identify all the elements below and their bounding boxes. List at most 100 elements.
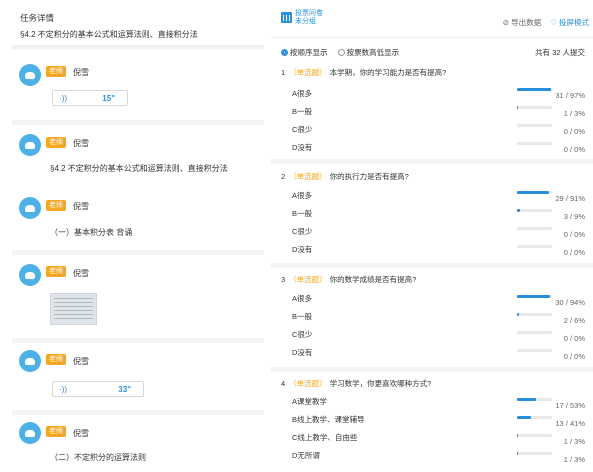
task-subtitle: §4.2 不定积分的基本公式和运算法则、直接积分法 <box>20 30 198 39</box>
option-label: A很多 <box>292 191 313 200</box>
voice-duration: 33" <box>118 385 131 394</box>
message-text: §4.2 不定积分的基本公式和运算法则、直接积分法 <box>50 164 228 173</box>
teacher-avatar[interactable] <box>19 134 41 156</box>
question-title: 4 （单选题） 学习数学，你更喜欢哪种方式? <box>281 378 431 389</box>
question-title: 3 （单选题） 你的数学成绩是否有提高? <box>281 274 416 285</box>
teacher-name: 倪雪 <box>73 139 89 148</box>
result-value: 17 / 53% <box>555 401 585 410</box>
result-value: 3 / 9% <box>563 212 585 221</box>
result-bar <box>517 245 552 248</box>
option-label: C很少 <box>292 227 313 236</box>
teacher-badge: 老师 <box>46 354 66 365</box>
survey-results-panel: 投票问卷 未分组 ⊘ 导出数据 ♡ 投屏模式 按顺序显示 按票数高低显示 共有 … <box>271 0 593 472</box>
teacher-badge: 老师 <box>46 66 66 77</box>
result-value: 30 / 94% <box>555 298 585 307</box>
question-type: （单选题） <box>289 172 327 181</box>
question-type: （单选题） <box>289 379 327 388</box>
result-bar-fill <box>517 88 551 91</box>
image-thumbnail[interactable] <box>50 293 97 325</box>
question-number: 4 <box>281 379 286 388</box>
result-bar <box>517 88 552 91</box>
option-label: B线上教学、课堂辅导 <box>292 415 365 424</box>
result-bar <box>517 209 552 212</box>
task-detail-panel: 任务详情 §4.2 不定积分的基本公式和运算法则、直接积分法 老师 倪雪 ·))… <box>0 0 268 472</box>
option-label: D没有 <box>292 348 313 357</box>
panel-title: 任务详情 <box>20 13 55 23</box>
voice-duration: 15" <box>102 94 115 103</box>
voice-message[interactable]: ·)) 33" <box>52 381 144 397</box>
question-number: 2 <box>281 172 286 181</box>
question-text: 学习数学，你更喜欢哪种方式? <box>329 379 432 388</box>
result-bar <box>517 191 552 194</box>
chart-logo-icon <box>281 12 292 23</box>
question-separator <box>271 367 593 372</box>
question-title: 2 （单选题） 你的执行力是否有提高? <box>281 171 409 182</box>
message-separator <box>12 250 264 255</box>
option-label: A很多 <box>292 89 313 98</box>
result-value: 2 / 6% <box>563 316 585 325</box>
result-value: 13 / 41% <box>555 419 585 428</box>
result-bar <box>517 295 552 298</box>
result-bar-fill <box>517 191 549 194</box>
option-label: D无所谓 <box>292 451 320 460</box>
result-value: 0 / 0% <box>563 230 585 239</box>
cloud-icon <box>25 430 35 437</box>
chat-message: 老师 倪雪 ·)) 33" <box>0 346 268 408</box>
teacher-avatar[interactable] <box>19 350 41 372</box>
submission-count: 共有 32 人提交 <box>534 48 585 57</box>
result-value: 0 / 0% <box>563 127 585 136</box>
result-value: 0 / 0% <box>563 145 585 154</box>
radio-icon <box>337 49 345 56</box>
result-bar <box>517 349 552 352</box>
cloud-icon <box>25 205 35 212</box>
voice-wave-icon: ·)) <box>59 94 67 103</box>
teacher-avatar[interactable] <box>19 197 41 219</box>
result-bar <box>517 124 552 127</box>
teacher-badge: 老师 <box>46 200 66 211</box>
result-bar <box>517 227 552 230</box>
teacher-avatar[interactable] <box>19 64 41 86</box>
result-value: 0 / 0% <box>563 352 585 361</box>
survey-group: 未分组 <box>295 18 316 25</box>
question-type: （单选题） <box>289 68 327 77</box>
question-text: 你的执行力是否有提高? <box>329 172 409 181</box>
export-data-button[interactable]: ⊘ 导出数据 <box>503 18 541 27</box>
cloud-icon <box>25 142 35 149</box>
option-label: C很少 <box>292 125 313 134</box>
sort-votes-label: 按票数高低显示 <box>346 48 400 57</box>
sort-by-order-option[interactable]: 按顺序显示 <box>281 48 328 57</box>
message-separator <box>12 410 264 415</box>
message-separator <box>12 338 264 343</box>
chat-message: 老师 倪雪 （一）基本积分表 背诵 <box>0 193 268 248</box>
sort-order-label: 按顺序显示 <box>290 48 328 57</box>
teacher-avatar[interactable] <box>19 422 41 444</box>
teacher-badge: 老师 <box>46 137 66 148</box>
result-bar-fill <box>517 209 521 212</box>
teacher-name: 倪雪 <box>73 68 89 77</box>
result-bar-fill <box>517 434 519 437</box>
sort-options: 按顺序显示 按票数高低显示 <box>281 47 399 58</box>
question-text: 本学期，你的学习能力是否有提高? <box>329 68 447 77</box>
voice-wave-icon: ·)) <box>59 385 67 394</box>
option-label: C很少 <box>292 330 313 339</box>
voice-message[interactable]: ·)) 15" <box>52 90 128 106</box>
teacher-avatar[interactable] <box>19 264 41 286</box>
result-bar-fill <box>517 452 519 455</box>
screen-mode-button[interactable]: ♡ 投屏模式 <box>550 18 589 27</box>
result-value: 1 / 3% <box>563 437 585 446</box>
result-bar <box>517 452 552 455</box>
thumbnail-content <box>54 298 93 322</box>
result-bar <box>517 313 552 316</box>
sort-by-votes-option[interactable]: 按票数高低显示 <box>337 48 400 57</box>
result-bar <box>517 142 552 145</box>
result-bar-fill <box>517 313 520 316</box>
question-title: 1 （单选题） 本学期，你的学习能力是否有提高? <box>281 67 446 78</box>
message-text: （一）基本积分表 背诵 <box>50 228 133 237</box>
survey-app-name: 投票问卷 <box>295 10 323 17</box>
question-number: 1 <box>281 68 286 77</box>
survey-header: 投票问卷 未分组 ⊘ 导出数据 ♡ 投屏模式 <box>271 0 593 38</box>
option-label: C线上教学、自由些 <box>292 433 358 442</box>
question-separator <box>271 159 593 164</box>
chat-message: 老师 倪雪 （二）不定积分的运算法则 <box>0 418 268 472</box>
cloud-icon <box>25 358 35 365</box>
